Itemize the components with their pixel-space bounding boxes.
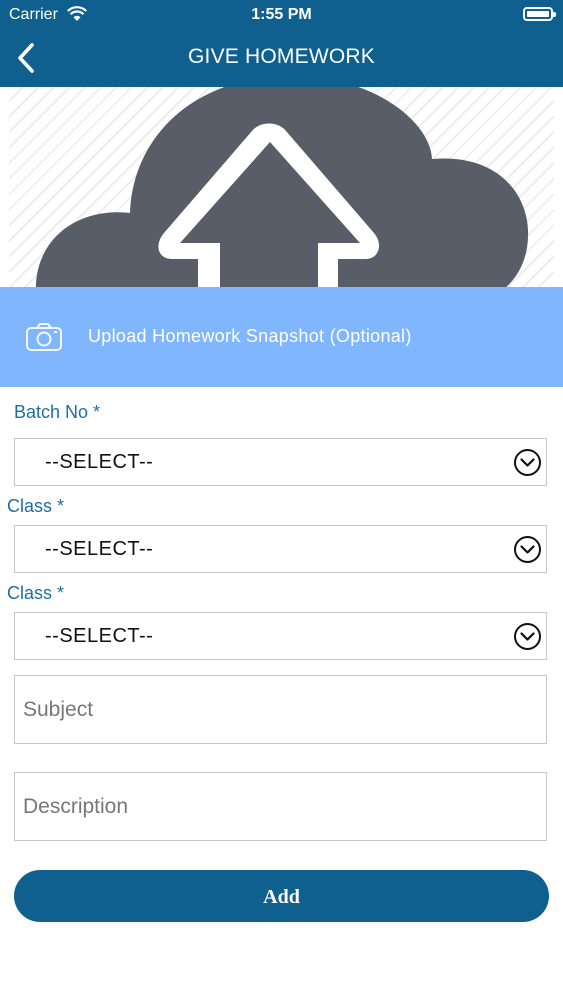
chevron-down-circle-icon (514, 449, 541, 476)
battery-icon (523, 7, 556, 21)
navigation-bar: GIVE HOMEWORK (0, 30, 563, 87)
chevron-down-circle-icon (514, 536, 541, 563)
batch-no-label: Batch No * (14, 402, 101, 422)
batch-no-value: --SELECT-- (45, 451, 154, 473)
subject-input[interactable] (14, 675, 547, 744)
camera-icon (26, 323, 62, 351)
class-select-1[interactable]: --SELECT-- (14, 525, 547, 573)
class-value-2: --SELECT-- (45, 625, 154, 647)
class-label-2: Class * (7, 583, 65, 603)
upload-snapshot-button[interactable]: Upload Homework Snapshot (Optional) (0, 287, 563, 387)
batch-no-select[interactable]: --SELECT-- (14, 438, 547, 486)
cloud-upload-icon (35, 87, 529, 287)
chevron-down-circle-icon (514, 623, 541, 650)
class-select-2[interactable]: --SELECT-- (14, 612, 547, 660)
add-button[interactable]: Add (14, 870, 549, 922)
status-time: 1:55 PM (251, 6, 312, 23)
homework-image-preview[interactable] (0, 87, 563, 287)
description-input[interactable] (14, 772, 547, 841)
status-bar: Carrier 1:55 PM (0, 0, 563, 30)
page-title: GIVE HOMEWORK (188, 45, 375, 68)
class-label-1: Class * (7, 496, 65, 516)
class-value-1: --SELECT-- (45, 538, 154, 560)
upload-snapshot-label: Upload Homework Snapshot (Optional) (88, 326, 412, 346)
